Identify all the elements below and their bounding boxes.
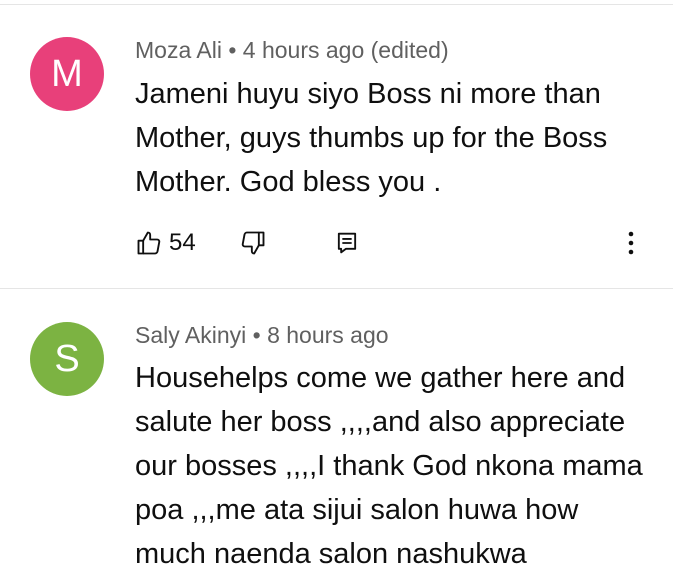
like-button[interactable]: 54 — [135, 229, 196, 257]
comment-time: 8 hours ago — [267, 322, 389, 348]
comment-meta: Moza Ali • 4 hours ago (edited) — [135, 37, 449, 64]
like-count: 54 — [169, 229, 196, 256]
avatar-letter: S — [54, 338, 80, 380]
comment-actions: 54 — [135, 229, 655, 259]
thumbs-down-icon — [239, 229, 267, 257]
more-options-button[interactable] — [625, 229, 637, 257]
comment-text: Jameni huyu siyo Boss ni more than Mothe… — [135, 78, 608, 198]
avatar-letter: M — [51, 53, 83, 95]
reply-button[interactable] — [333, 229, 361, 257]
more-vert-icon — [625, 229, 637, 257]
meta-separator: • — [252, 322, 261, 348]
avatar[interactable]: M — [30, 37, 104, 111]
comment-meta: Saly Akinyi • 8 hours ago — [135, 322, 389, 349]
comment-author[interactable]: Moza Ali — [135, 37, 222, 63]
comment-time: 4 hours ago (edited) — [242, 37, 449, 63]
comment-author[interactable]: Saly Akinyi — [135, 322, 246, 348]
comment-item: M Moza Ali • 4 hours ago (edited) Jameni… — [0, 0, 673, 288]
comment-text: Househelps come we gather here and salut… — [135, 362, 643, 570]
comment-item: S Saly Akinyi • 8 hours ago Househelps c… — [0, 289, 673, 581]
avatar[interactable]: S — [30, 322, 104, 396]
meta-separator: • — [228, 37, 237, 63]
thumbs-up-icon — [135, 229, 163, 257]
reply-icon — [333, 229, 361, 257]
dislike-button[interactable] — [239, 229, 267, 257]
